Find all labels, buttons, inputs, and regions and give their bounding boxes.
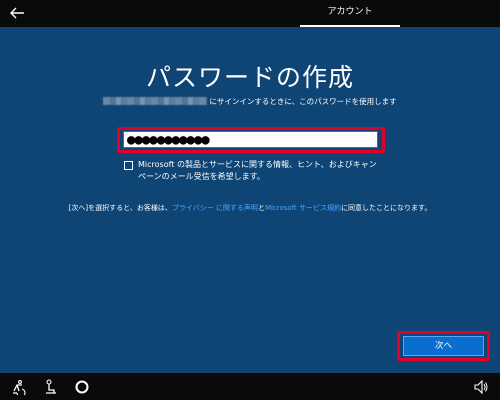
- optin-label: Microsoft の製品とサービスに関する情報、ヒント、およびキャン ペーンの…: [124, 159, 394, 183]
- subtitle-row: にサインインするときに、このパスワードを使用します: [0, 95, 500, 107]
- top-bar: アカウント: [0, 0, 500, 27]
- optin-label-line2: ペーンのメール受信を希望します。: [138, 172, 265, 181]
- accessibility-person-button[interactable]: [41, 377, 61, 397]
- tab-underline: [300, 25, 400, 27]
- legal-notice: [次へ]を選択すると、お客様は、プライバシー に関する声明とMicrosoft …: [0, 203, 500, 213]
- ease-of-access-button[interactable]: [9, 377, 29, 397]
- password-input[interactable]: [123, 131, 378, 148]
- next-button[interactable]: 次へ: [403, 336, 484, 356]
- marketing-optin: Microsoft の製品とサービスに関する情報、ヒント、およびキャン ペーンの…: [124, 159, 394, 183]
- cortana-button[interactable]: [72, 377, 92, 397]
- page-title: パスワードの作成: [145, 63, 354, 92]
- back-arrow-icon: [10, 7, 24, 19]
- privacy-statement-link[interactable]: プライバシー に関する声明: [172, 204, 258, 212]
- ease-of-access-icon: [13, 380, 26, 395]
- legal-prefix: [次へ]を選択すると、お客様は、: [68, 204, 172, 212]
- tab-account[interactable]: アカウント: [300, 4, 400, 27]
- optin-label-line1: Microsoft の製品とサービスに関する情報、ヒント、およびキャン: [138, 160, 377, 169]
- cortana-icon: [75, 380, 89, 394]
- subtitle-text: にサインインするときに、このパスワードを使用します: [209, 96, 397, 106]
- accessibility-person-icon: [46, 379, 56, 394]
- blurred-account-email: [103, 97, 208, 105]
- volume-button[interactable]: [471, 377, 491, 397]
- volume-icon: [474, 379, 488, 395]
- legal-suffix: に同意したことになります。: [341, 204, 432, 212]
- back-button[interactable]: [6, 3, 28, 23]
- legal-mid: と: [257, 204, 265, 212]
- bottom-bar: [0, 373, 500, 400]
- optin-checkbox[interactable]: [124, 161, 133, 170]
- services-agreement-link[interactable]: Microsoft サービス規約: [265, 204, 341, 212]
- tab-account-label: アカウント: [327, 7, 373, 17]
